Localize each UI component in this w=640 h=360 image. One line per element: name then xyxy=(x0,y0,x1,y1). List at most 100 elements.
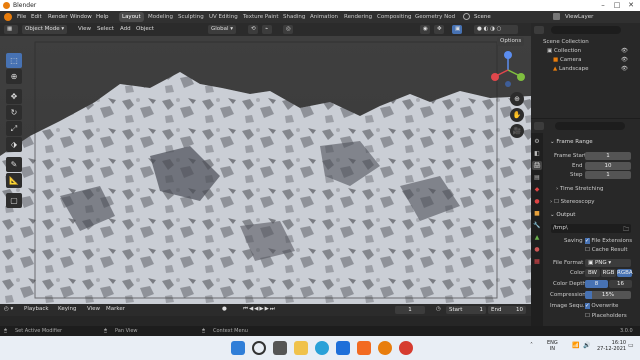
minimize-icon[interactable]: – xyxy=(598,1,608,10)
tray-up-icon[interactable]: ˄ xyxy=(530,342,533,349)
select-box-tool[interactable]: ⬚ xyxy=(6,53,22,68)
render-tab-icon[interactable]: ◧ xyxy=(532,149,542,158)
cache-result-checkbox[interactable]: ☐ Cache Result xyxy=(585,247,628,253)
scene-selector[interactable]: Scene xyxy=(474,14,491,20)
output-path-field[interactable]: /tmp\ xyxy=(551,224,631,233)
color-rgb-button[interactable]: RGB xyxy=(601,269,616,277)
outliner-editor-icon[interactable] xyxy=(534,26,544,34)
navigation-gizmo[interactable] xyxy=(490,50,526,90)
object-tab-icon[interactable]: ■ xyxy=(532,209,542,218)
scale-tool[interactable]: ⤢ xyxy=(6,121,22,136)
record-icon[interactable]: ● xyxy=(222,305,227,314)
transform-tool[interactable]: ⬗ xyxy=(6,137,22,152)
view-layer-tab-icon[interactable]: ▤ xyxy=(532,173,542,182)
file-extensions-checkbox[interactable]: ✓ File Extensions xyxy=(585,238,632,244)
depth-16-button[interactable]: 16 xyxy=(609,280,632,288)
outliner-scene-collection[interactable]: Scene Collection xyxy=(543,39,589,45)
windows-start-icon[interactable] xyxy=(231,341,245,355)
view-layer-selector[interactable]: ViewLayer xyxy=(565,14,593,20)
menu-file[interactable]: File xyxy=(17,14,26,20)
notification-icon[interactable]: ▭ xyxy=(628,342,634,349)
store-icon[interactable] xyxy=(336,341,350,355)
marker-menu[interactable]: Marker xyxy=(106,305,125,314)
properties-search-input[interactable] xyxy=(555,122,625,130)
clock[interactable]: 16:10 27-12-2021 xyxy=(597,340,626,352)
properties-editor-icon[interactable] xyxy=(534,122,544,130)
tab-uv-editing[interactable]: UV Editing xyxy=(206,12,241,22)
tab-texture-paint[interactable]: Texture Paint xyxy=(240,12,282,22)
shading-mode-icons[interactable]: ● ◐ ◑ ○ xyxy=(474,25,518,34)
material-tab-icon[interactable]: ● xyxy=(532,245,542,254)
stereoscopy-panel[interactable]: › ☐ Stereoscopy xyxy=(550,199,595,205)
menu-edit[interactable]: Edit xyxy=(31,14,42,20)
file-explorer-icon[interactable] xyxy=(294,341,308,355)
data-tab-icon[interactable]: ▲ xyxy=(532,233,542,242)
menu-help[interactable]: Help xyxy=(96,14,109,20)
tab-animation[interactable]: Animation xyxy=(307,12,341,22)
output-panel[interactable]: ⌄ Output xyxy=(550,212,575,218)
visibility-eye-icon[interactable]: 👁 xyxy=(621,48,628,54)
rotate-tool[interactable]: ↻ xyxy=(6,105,22,120)
xray-icon[interactable]: ▣ xyxy=(452,25,462,34)
world-tab-icon[interactable]: ● xyxy=(532,197,542,206)
output-tab-icon[interactable]: 🖨 xyxy=(532,161,542,170)
opera-icon[interactable] xyxy=(399,341,413,355)
keying-menu[interactable]: Keying xyxy=(58,305,76,314)
timeline-strip[interactable] xyxy=(0,316,531,326)
compression-slider[interactable]: 15% xyxy=(585,291,631,299)
placeholders-checkbox[interactable]: ☐ Placeholders xyxy=(585,313,627,319)
color-bw-button[interactable]: BW xyxy=(585,269,600,277)
gizmo-icon[interactable]: ✥ xyxy=(434,25,444,34)
volume-icon[interactable]: 🔊 xyxy=(583,342,590,349)
maximize-icon[interactable]: □ xyxy=(612,1,622,10)
add-cube-tool[interactable]: ▢ xyxy=(6,193,22,208)
tab-layout[interactable]: Layout xyxy=(119,12,144,22)
transform-orientation-dropdown[interactable]: Global ▾ xyxy=(208,25,237,34)
close-icon[interactable]: ✕ xyxy=(626,1,636,10)
playback-controls-icon[interactable]: ⏮◀◀▶▶⏭ xyxy=(243,305,276,314)
end-frame-field[interactable]: End 10 xyxy=(488,306,526,314)
task-view-icon[interactable] xyxy=(273,341,287,355)
camera-view-icon[interactable]: 🎥 xyxy=(510,124,524,138)
frame-end-field[interactable]: 10 xyxy=(585,162,631,170)
editor-type-icon[interactable]: ▦ xyxy=(4,25,18,34)
menu-view[interactable]: View xyxy=(78,25,91,34)
visibility-eye-icon[interactable]: 👁 xyxy=(621,66,628,72)
cursor-tool[interactable]: ⊕ xyxy=(6,69,22,84)
tool-tab-icon[interactable]: ⚙ xyxy=(532,137,542,146)
color-rgba-button[interactable]: RGBA xyxy=(617,269,633,277)
time-stretching-panel[interactable]: › Time Stretching xyxy=(556,186,604,192)
tab-sculpting[interactable]: Sculpting xyxy=(175,12,207,22)
hand-pan-icon[interactable]: ✋ xyxy=(510,108,524,122)
timeline-view-menu[interactable]: View xyxy=(87,305,100,314)
scene-tab-icon[interactable]: ◆ xyxy=(532,185,542,194)
modifier-tab-icon[interactable]: 🔧 xyxy=(532,221,542,230)
frame-range-panel[interactable]: ⌄ Frame Range xyxy=(550,139,593,145)
edge-browser-icon[interactable] xyxy=(315,341,329,355)
menu-window[interactable]: Window xyxy=(70,14,92,20)
menu-select[interactable]: Select xyxy=(97,25,114,34)
preview-range-icon[interactable]: ◷ xyxy=(436,305,441,314)
annotate-tool[interactable]: ✎ xyxy=(6,157,22,172)
tab-compositing[interactable]: Compositing xyxy=(374,12,414,22)
search-icon[interactable] xyxy=(252,341,266,355)
folder-icon[interactable]: 🗀 xyxy=(623,225,629,235)
timeline-editor-icon[interactable]: ◴ ▾ xyxy=(4,305,13,314)
tab-modeling[interactable]: Modeling xyxy=(145,12,176,22)
menu-add[interactable]: Add xyxy=(120,25,131,34)
outliner-camera[interactable]: ■ Camera xyxy=(553,57,582,63)
zoom-icon[interactable]: ⊕ xyxy=(510,92,524,106)
texture-tab-icon[interactable]: ▦ xyxy=(532,257,542,266)
tab-geometry-nodes[interactable]: Geometry Nod xyxy=(412,12,458,22)
start-frame-field[interactable]: Start 1 xyxy=(446,306,486,314)
language-indicator[interactable]: ENG IN xyxy=(547,340,558,352)
frame-step-field[interactable]: 1 xyxy=(585,171,631,179)
mode-dropdown[interactable]: Object Mode ▾ xyxy=(22,25,68,34)
tab-shading[interactable]: Shading xyxy=(280,12,308,22)
overwrite-checkbox[interactable]: ✓ Overwrite xyxy=(585,303,618,309)
blender-taskbar-icon[interactable] xyxy=(378,341,392,355)
outliner-search-input[interactable] xyxy=(551,26,621,34)
wifi-icon[interactable]: 📶 xyxy=(572,342,579,349)
menu-render[interactable]: Render xyxy=(48,14,68,20)
brave-browser-icon[interactable] xyxy=(357,341,371,355)
